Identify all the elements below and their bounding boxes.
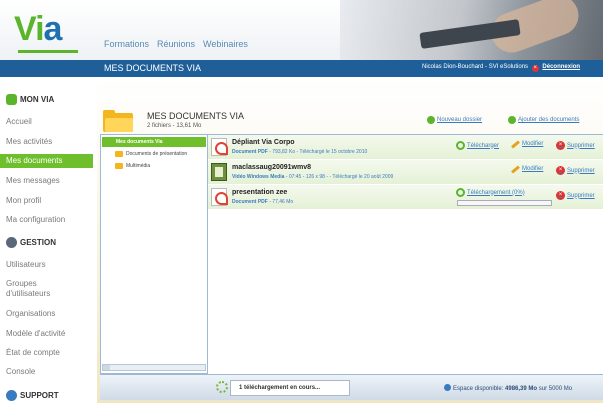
delete-button[interactable]: × Supprimer (556, 191, 595, 200)
new-folder-button[interactable]: Nouveau dossier (427, 116, 482, 124)
download-icon (456, 141, 465, 150)
folder-tree: Mes documents Via Documents de présentat… (100, 134, 208, 374)
file-name[interactable]: maclassaug20091wmv8 (232, 164, 311, 171)
sidebar-item-accueil[interactable]: Accueil (0, 115, 93, 129)
sidebar-item-etat-compte[interactable]: État de compte (0, 346, 93, 360)
pdf-icon (211, 138, 228, 156)
file-details: Document PDF - 793,82 Ko - Téléchargé le… (232, 149, 368, 155)
globe-icon (444, 384, 451, 391)
folder-icon (103, 110, 133, 132)
upload-progress-bar (457, 200, 552, 206)
documents-panel-header: MES DOCUMENTS VIA 2 fichiers - 13,61 Mo … (97, 104, 603, 134)
user-info: Nicolas Dion-Bouchard - SVI eSolutions ×… (422, 64, 580, 72)
header-hero-image (340, 0, 603, 60)
pencil-icon (511, 164, 520, 174)
downloads-in-progress[interactable]: 1 téléchargement en cours... (230, 380, 350, 396)
loading-spinner-icon (216, 381, 228, 393)
user-icon (6, 94, 17, 105)
section-mon-via: MON VIA (6, 94, 54, 105)
file-details: Document PDF - 77,46 Mo (232, 199, 294, 205)
delete-icon: × (556, 191, 565, 200)
add-documents-icon (508, 116, 516, 124)
gear-icon (6, 237, 17, 248)
file-row[interactable]: presentation zee Document PDF - 77,46 Mo… (208, 185, 603, 209)
file-list: Dépliant Via Corpo Document PDF - 793,82… (208, 134, 603, 374)
sidebar-item-console[interactable]: Console (0, 365, 93, 379)
nav-reunions[interactable]: Réunions (157, 39, 195, 49)
video-icon (211, 163, 227, 181)
delete-icon: × (556, 166, 565, 175)
panel-title: MES DOCUMENTS VIA (147, 111, 245, 121)
tree-folder-presentation[interactable]: Documents de présentation (115, 151, 187, 157)
user-name: Nicolas Dion-Bouchard - SVI eSolutions (422, 64, 529, 70)
sidebar-item-profil[interactable]: Mon profil (0, 194, 93, 208)
download-button[interactable]: Télécharger (456, 141, 499, 150)
top-nav: Formations Réunions Webinaires (104, 39, 248, 49)
tree-root-mes-documents[interactable]: Mes documents Via (102, 137, 206, 147)
tree-folder-multimedia[interactable]: Multimédia (115, 163, 150, 169)
via-logo[interactable]: Via (14, 10, 62, 49)
folder-icon (115, 151, 123, 157)
delete-button[interactable]: × Supprimer (556, 141, 595, 150)
upload-icon (456, 188, 465, 197)
title-bar: MES DOCUMENTS VIA Nicolas Dion-Bouchard … (0, 60, 603, 77)
sidebar: MON VIA Accueil Mes activités Mes docume… (0, 77, 97, 403)
add-documents-button[interactable]: Ajouter des documents (508, 116, 579, 124)
file-name[interactable]: presentation zee (232, 189, 287, 196)
upload-status: Téléchargement (0%) (456, 188, 525, 197)
sidebar-item-modele[interactable]: Modèle d'activité (0, 327, 93, 341)
section-support: SUPPORT (6, 390, 59, 401)
nav-webinaires[interactable]: Webinaires (203, 39, 248, 49)
section-gestion: GESTION (6, 237, 56, 248)
sidebar-item-organisations[interactable]: Organisations (0, 307, 93, 321)
panel-subtitle: 2 fichiers - 13,61 Mo (147, 123, 202, 129)
header: Via Formations Réunions Webinaires (0, 0, 603, 60)
pdf-icon (211, 188, 228, 206)
logout-icon[interactable]: × (531, 65, 539, 72)
sidebar-item-messages[interactable]: Mes messages (0, 174, 93, 188)
page-title: MES DOCUMENTS VIA (104, 63, 202, 73)
sidebar-item-configuration[interactable]: Ma configuration (0, 213, 93, 227)
tree-horizontal-scrollbar[interactable] (102, 364, 206, 371)
folder-icon (115, 163, 123, 169)
page: Via Formations Réunions Webinaires MES D… (0, 0, 603, 403)
file-row[interactable]: Dépliant Via Corpo Document PDF - 793,82… (208, 135, 603, 159)
sidebar-item-utilisateurs[interactable]: Utilisateurs (0, 258, 93, 272)
nav-formations[interactable]: Formations (104, 39, 149, 49)
sidebar-item-documents[interactable]: Mes documents (0, 154, 93, 168)
delete-button[interactable]: × Supprimer (556, 166, 595, 175)
file-name[interactable]: Dépliant Via Corpo (232, 139, 295, 146)
sidebar-item-groupes-line2[interactable]: d'utilisateurs (0, 287, 93, 301)
edit-button[interactable]: Modifier (511, 164, 543, 174)
logo-underline (18, 50, 78, 53)
delete-icon: × (556, 141, 565, 150)
pencil-icon (511, 139, 520, 149)
status-bar: 1 téléchargement en cours... Espace disp… (208, 374, 603, 400)
status-bar-left (100, 374, 208, 400)
sidebar-item-activites[interactable]: Mes activités (0, 135, 93, 149)
available-space: Espace disponible: 4986,39 Mo sur 5000 M… (444, 384, 572, 392)
file-details: Vidéo Windows Media - 07:45 - 126 x 98 -… (232, 174, 394, 180)
question-icon (6, 390, 17, 401)
file-row[interactable]: maclassaug20091wmv8 Vidéo Windows Media … (208, 160, 603, 184)
edit-button[interactable]: Modifier (511, 139, 543, 149)
logout-link[interactable]: Déconnexion (542, 64, 580, 70)
new-folder-icon (427, 116, 435, 124)
